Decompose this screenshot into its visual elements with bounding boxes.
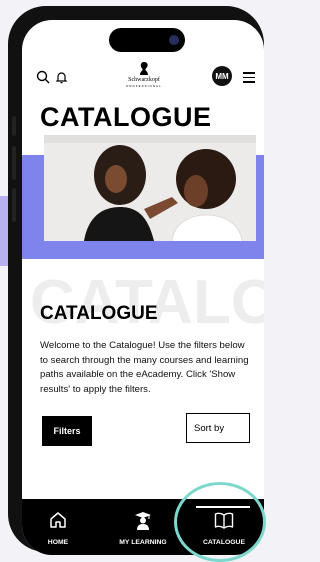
app-screen: Schwarzkopf PROFESSIONAL MM CATALOGUE CA…	[22, 20, 264, 555]
avatar[interactable]: MM	[212, 66, 232, 86]
page-title: CATALOGUE	[40, 102, 212, 132]
bell-icon[interactable]	[52, 68, 70, 86]
menu-icon[interactable]	[243, 72, 255, 83]
brand-logo[interactable]: Schwarzkopf PROFESSIONAL	[114, 62, 174, 89]
phone-frame: Schwarzkopf PROFESSIONAL MM CATALOGUE CA…	[8, 6, 264, 555]
sort-dropdown[interactable]: Sort by	[186, 413, 250, 443]
brand-name: Schwarzkopf	[128, 77, 160, 83]
tab-my-learning-label: MY LEARNING	[119, 539, 167, 546]
volume-button	[12, 188, 16, 222]
section-title: CATALOGUE	[40, 303, 158, 324]
dynamic-island	[109, 28, 185, 52]
catalogue-description: Welcome to the Catalogue! Use the filter…	[40, 340, 249, 395]
search-icon[interactable]	[34, 68, 52, 86]
brand-silhouette-icon	[114, 62, 174, 77]
volume-button	[12, 146, 16, 180]
tab-home-label: HOME	[47, 539, 69, 546]
camera-icon	[169, 35, 179, 45]
tab-home[interactable]: HOME	[30, 499, 86, 555]
tab-my-learning[interactable]: MY LEARNING	[106, 499, 180, 555]
brand-subtitle: PROFESSIONAL	[126, 84, 162, 88]
hero-image	[44, 135, 256, 241]
catalogue-tab-highlight	[174, 482, 266, 562]
app-header: Schwarzkopf PROFESSIONAL MM	[22, 62, 264, 92]
filters-button[interactable]: Filters	[42, 416, 92, 446]
home-icon	[49, 511, 67, 534]
volume-button	[12, 116, 16, 136]
graduate-icon	[134, 511, 152, 536]
